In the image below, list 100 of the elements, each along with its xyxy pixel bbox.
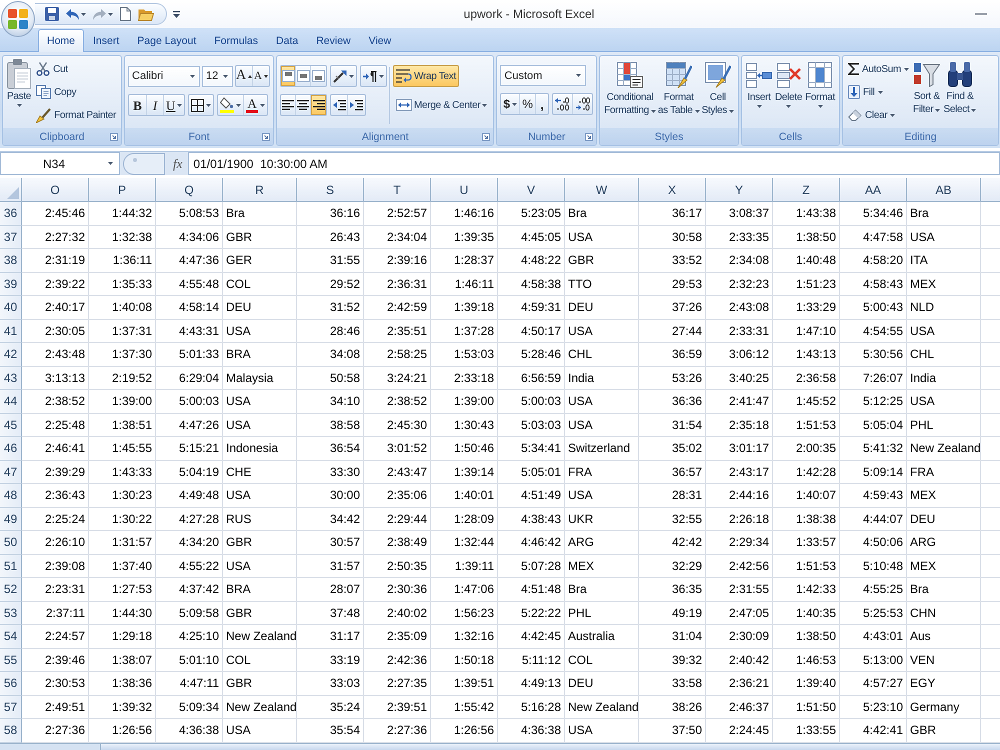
shrink-font-button[interactable]: A <box>253 66 270 86</box>
column-header[interactable]: T <box>364 178 431 202</box>
column-header[interactable]: R <box>223 178 297 202</box>
row-header[interactable]: 42 <box>0 343 22 366</box>
align-right-button[interactable] <box>311 95 326 115</box>
align-top-button[interactable] <box>281 66 296 86</box>
column-header[interactable]: X <box>639 178 706 202</box>
row-header[interactable]: 56 <box>0 672 22 696</box>
table-cell: 1:45:55 <box>89 437 156 460</box>
cut-button[interactable]: Cut <box>34 58 118 80</box>
decrease-indent-button[interactable] <box>331 95 348 115</box>
column-header[interactable]: W <box>565 178 639 202</box>
italic-button[interactable]: I <box>147 95 164 115</box>
row-header[interactable]: 54 <box>0 625 22 648</box>
autosum-button[interactable]: AutoSum <box>846 58 912 80</box>
conditional-formatting-button[interactable]: Conditional Formatting <box>603 59 657 128</box>
row-header[interactable]: 57 <box>0 696 22 719</box>
horizontal-scrollbar[interactable] <box>100 744 1000 750</box>
dialog-launcher-button[interactable] <box>110 132 118 140</box>
row-header[interactable]: 53 <box>0 602 22 625</box>
font-size-field[interactable]: 12 <box>202 66 234 86</box>
column-header[interactable]: S <box>297 178 364 202</box>
delete-button[interactable]: Delete <box>774 59 804 128</box>
ribbon-tab[interactable]: Page Layout <box>128 29 206 51</box>
currency-button[interactable]: $ <box>501 94 520 114</box>
format-as-table-button[interactable]: Format as Table <box>656 59 701 128</box>
column-header[interactable]: Z <box>773 178 840 202</box>
paste-button[interactable]: Paste <box>6 58 32 128</box>
sort-filter-button[interactable]: Sort & Filter <box>912 58 942 128</box>
caret-icon <box>81 12 86 16</box>
table-cell: 1:43:33 <box>89 460 156 484</box>
ribbon-tab[interactable]: Review <box>307 29 360 51</box>
ribbon-tab[interactable]: View <box>360 29 400 51</box>
column-header[interactable]: Q <box>156 178 223 202</box>
row-header[interactable]: 49 <box>0 508 22 531</box>
save-button[interactable] <box>43 4 61 24</box>
table-cell: RUS <box>223 508 297 531</box>
underline-button[interactable]: U <box>164 95 184 115</box>
row-header[interactable]: 51 <box>0 554 22 578</box>
table-cell: 4:25:10 <box>156 625 223 648</box>
row-header[interactable]: 43 <box>0 366 22 390</box>
percent-button[interactable]: % <box>520 94 536 114</box>
increase-decimal-button[interactable] <box>553 94 574 114</box>
format-painter-button[interactable]: Format Painter <box>34 104 118 126</box>
dialog-launcher-button[interactable] <box>482 132 490 140</box>
wrap-text-button[interactable]: Wrap Text <box>393 65 459 87</box>
customize-toolbar-button[interactable] <box>170 8 183 20</box>
row-header[interactable]: 52 <box>0 578 22 602</box>
column-header[interactable]: AB <box>907 178 981 202</box>
align-middle-button[interactable] <box>296 66 312 86</box>
row-header[interactable]: 50 <box>0 531 22 554</box>
table-cell: 1:31:57 <box>89 531 156 554</box>
fill-button[interactable]: Fill <box>846 81 912 103</box>
column-header[interactable]: V <box>498 178 565 202</box>
ribbon-tab[interactable]: Data <box>267 29 308 51</box>
row-header[interactable]: 44 <box>0 390 22 414</box>
row-header[interactable]: 45 <box>0 414 22 437</box>
ribbon-tab[interactable]: Insert <box>84 29 128 51</box>
dialog-launcher-button[interactable] <box>262 132 270 140</box>
number-format-field[interactable]: Custom <box>500 65 586 86</box>
column-header[interactable]: O <box>22 178 89 202</box>
table-cell: 36:17 <box>639 202 706 226</box>
row-header[interactable]: 39 <box>0 272 22 296</box>
fill-color-button[interactable] <box>218 95 244 115</box>
format-button[interactable]: Format <box>804 59 836 128</box>
column-header[interactable]: Y <box>706 178 773 202</box>
insert-button[interactable]: Insert <box>745 59 773 128</box>
row-header[interactable]: 41 <box>0 320 22 343</box>
cell-styles-button[interactable]: Cell Styles <box>700 59 735 128</box>
row-header[interactable]: 47 <box>0 460 22 484</box>
font-name-field[interactable]: Calibri <box>128 66 200 86</box>
comma-button[interactable]: , <box>536 94 548 114</box>
dialog-launcher-button[interactable] <box>585 132 594 140</box>
row-header[interactable]: 48 <box>0 484 22 508</box>
row-header[interactable]: 55 <box>0 648 22 672</box>
column-header[interactable]: U <box>431 178 498 202</box>
merge-center-button[interactable]: Merge & Center <box>393 94 490 116</box>
table-cell: 2:39:29 <box>22 460 89 484</box>
column-header[interactable]: P <box>89 178 156 202</box>
row-header[interactable]: 58 <box>0 719 22 742</box>
copy-button[interactable]: Copy <box>34 81 118 103</box>
name-box[interactable]: N34 <box>0 152 120 175</box>
clear-button[interactable]: Clear <box>846 104 912 126</box>
brush-icon <box>36 108 52 122</box>
new-button[interactable] <box>118 4 133 24</box>
find-select-button[interactable]: Find & Select <box>942 58 978 128</box>
grow-font-button[interactable]: A <box>236 66 254 86</box>
ribbon-tab[interactable]: Home <box>38 29 84 52</box>
ribbon-tab[interactable]: Formulas <box>205 29 268 51</box>
column-header[interactable]: AA <box>840 178 907 202</box>
row-header[interactable]: 38 <box>0 249 22 272</box>
group-label: Editing <box>904 130 937 142</box>
row-header[interactable]: 46 <box>0 437 22 460</box>
insert-function-button[interactable]: fx <box>165 152 188 175</box>
row-header[interactable]: 40 <box>0 296 22 320</box>
formula-field[interactable]: 01/01/1900 10:30:00 AM <box>188 152 1000 175</box>
bold-button[interactable]: B <box>129 95 148 115</box>
row-header[interactable]: 37 <box>0 226 22 249</box>
align-left-button[interactable] <box>281 95 296 115</box>
row-header[interactable]: 36 <box>0 202 22 226</box>
